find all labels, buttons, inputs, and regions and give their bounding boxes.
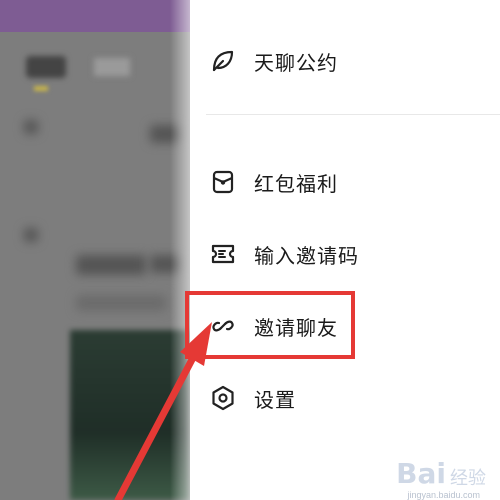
watermark-brand: Bai	[396, 457, 446, 490]
menu-item-label: 天聊公约	[254, 52, 338, 75]
background-blob	[76, 255, 146, 275]
partial-icon	[208, 0, 236, 4]
hexagon-settings-icon	[208, 383, 238, 413]
background-tab	[26, 56, 66, 78]
background-tab-indicator	[34, 86, 48, 91]
ticket-icon	[208, 239, 238, 269]
menu-item-invite-code[interactable]: 输入邀请码	[208, 234, 359, 274]
highlight-box	[185, 291, 355, 359]
watermark-sub: 经验	[450, 468, 486, 488]
menu-item-settings[interactable]: 设置	[208, 378, 296, 418]
watermark: Bai 经验	[396, 457, 486, 490]
background-tab	[94, 58, 130, 76]
background-blob	[76, 295, 166, 311]
divider	[206, 114, 500, 115]
leaf-icon	[208, 46, 238, 76]
menu-item-label: 输入邀请码	[254, 245, 359, 268]
menu-item-label: 红包福利	[254, 173, 338, 196]
menu-item-label: 设置	[254, 389, 296, 412]
background-blob	[24, 228, 38, 242]
red-envelope-icon	[208, 167, 238, 197]
watermark-url: jingyan.baidu.com	[407, 490, 480, 500]
menu-item-convention[interactable]: 天聊公约	[208, 41, 338, 81]
background-app	[0, 0, 190, 500]
menu-item-red-envelope[interactable]: 红包福利	[208, 162, 338, 202]
background-header	[0, 0, 190, 32]
background-blob	[24, 120, 38, 134]
